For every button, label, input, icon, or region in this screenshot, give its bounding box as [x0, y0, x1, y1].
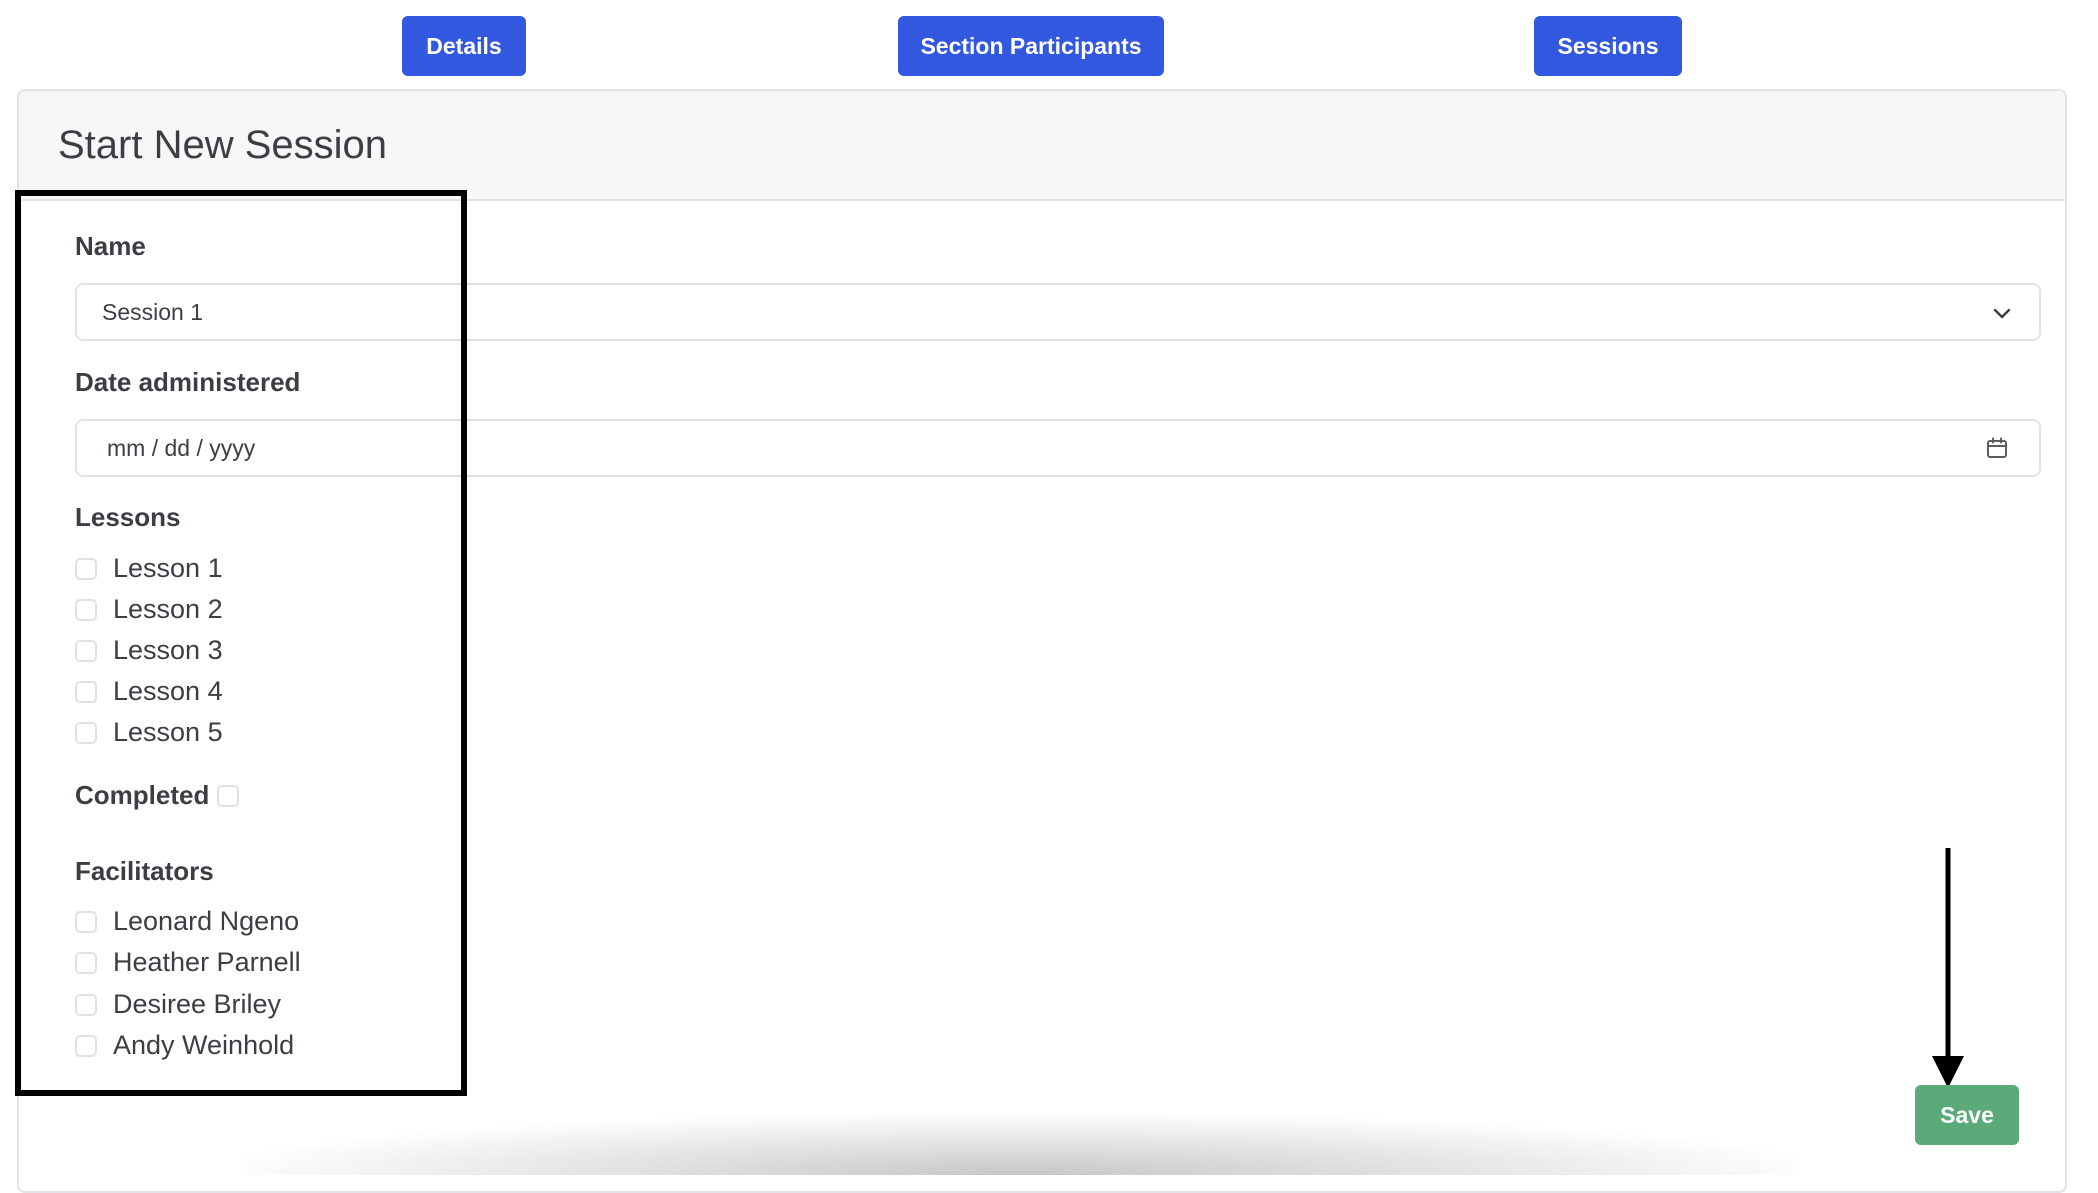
facilitator-option[interactable]: Leonard Ngeno: [75, 906, 299, 937]
tab-section-participants[interactable]: Section Participants: [898, 16, 1164, 76]
completed-label: Completed: [75, 780, 210, 810]
new-session-card: Start New Session Name Session 1 Date ad…: [17, 89, 2067, 1193]
tab-sessions[interactable]: Sessions: [1534, 16, 1682, 76]
lesson-label: Lesson 4: [113, 676, 223, 706]
lesson-option[interactable]: Lesson 1: [75, 553, 223, 584]
date-placeholder: mm / dd / yyyy: [107, 434, 256, 461]
facilitator-label: Andy Weinhold: [113, 1030, 295, 1060]
name-label: Name: [75, 231, 146, 261]
completed-checkbox[interactable]: [217, 784, 240, 807]
name-select[interactable]: Session 1: [75, 283, 2041, 341]
arrow-down-icon: [1930, 848, 1966, 1095]
lesson-label: Lesson 2: [113, 594, 223, 624]
lesson-checkbox[interactable]: [75, 680, 97, 703]
facilitator-checkbox[interactable]: [75, 993, 97, 1016]
lesson-option[interactable]: Lesson 2: [75, 594, 223, 625]
name-select-value: Session 1: [102, 298, 204, 325]
lesson-checkbox[interactable]: [75, 639, 97, 662]
lesson-option[interactable]: Lesson 5: [75, 717, 223, 748]
lesson-checkbox[interactable]: [75, 721, 97, 744]
calendar-icon[interactable]: [1985, 436, 2009, 465]
lesson-checkbox[interactable]: [75, 598, 97, 621]
facilitator-option[interactable]: Heather Parnell: [75, 947, 301, 978]
facilitators-label: Facilitators: [75, 856, 214, 886]
facilitator-label: Leonard Ngeno: [113, 906, 300, 936]
facilitator-checkbox[interactable]: [75, 1034, 97, 1057]
lessons-label: Lessons: [75, 502, 181, 532]
facilitator-label: Desiree Briley: [113, 989, 282, 1019]
facilitator-option[interactable]: Andy Weinhold: [75, 1030, 294, 1061]
lesson-checkbox[interactable]: [75, 557, 97, 580]
lesson-option[interactable]: Lesson 4: [75, 676, 223, 707]
card-header: Start New Session: [19, 91, 2065, 201]
facilitator-checkbox[interactable]: [75, 910, 97, 933]
facilitator-label: Heather Parnell: [113, 947, 301, 977]
date-administered-label: Date administered: [75, 367, 301, 397]
lesson-option[interactable]: Lesson 3: [75, 635, 223, 666]
page-title: Start New Session: [58, 122, 388, 167]
lesson-label: Lesson 5: [113, 717, 223, 747]
facilitator-checkbox[interactable]: [75, 951, 97, 974]
completed-option[interactable]: Completed: [75, 780, 240, 811]
date-administered-input[interactable]: mm / dd / yyyy: [75, 419, 2041, 477]
facilitator-option[interactable]: Desiree Briley: [75, 989, 281, 1020]
tab-details[interactable]: Details: [402, 16, 526, 76]
save-button[interactable]: Save: [1915, 1085, 2019, 1145]
chevron-down-icon: [1991, 302, 2013, 329]
lesson-label: Lesson 1: [113, 553, 223, 583]
lesson-label: Lesson 3: [113, 635, 223, 665]
